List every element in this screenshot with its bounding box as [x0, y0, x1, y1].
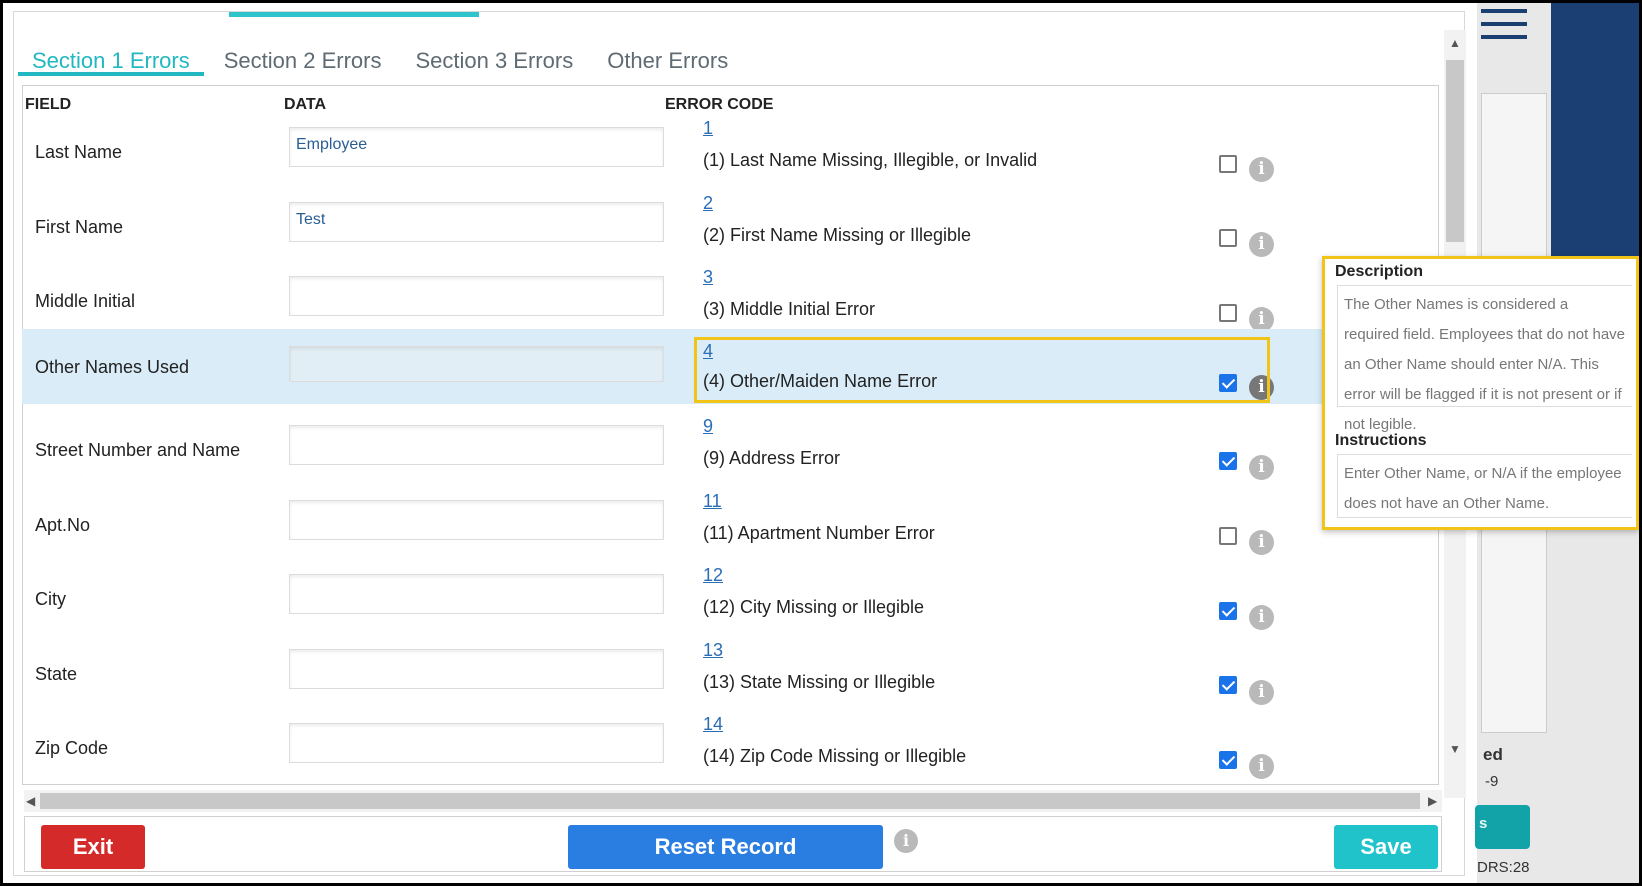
error-description: (2) First Name Missing or Illegible — [703, 225, 972, 245]
field-label: Other Names Used — [35, 357, 190, 377]
field-label: Street Number and Name — [35, 440, 241, 460]
background-text: ed — [1483, 745, 1503, 764]
horizontal-scrollbar[interactable]: ◀ ▶ — [24, 790, 1442, 812]
tooltip-instructions-text: Enter Other Name, or N/A if the employee… — [1337, 454, 1632, 518]
error-code-link[interactable]: 12 — [703, 565, 723, 586]
field-label: Middle Initial — [35, 291, 136, 311]
data-field-input[interactable]: Employee — [289, 127, 664, 167]
errors-dialog: Section 1 Errors Section 2 Errors Sectio… — [13, 11, 1466, 876]
exit-button[interactable]: Exit — [41, 825, 145, 869]
rows-container: Last Name Employee 1 (1) Last Name Missi… — [22, 85, 1439, 785]
save-button[interactable]: Save — [1334, 825, 1438, 869]
field-label: Last Name — [35, 142, 123, 162]
error-checkbox[interactable] — [1219, 527, 1237, 545]
tab-section-2-errors[interactable]: Section 2 Errors — [210, 36, 396, 76]
error-description: (14) Zip Code Missing or Illegible — [703, 746, 967, 766]
info-icon[interactable]: i — [1249, 157, 1274, 182]
table-row[interactable]: Apt.No 11 (11) Apartment Number Error i — [22, 491, 1439, 571]
data-field-input[interactable] — [289, 574, 664, 614]
dialog-footer: Exit Reset Record i Save — [24, 816, 1442, 872]
table-row[interactable]: State 13 (13) State Missing or Illegible… — [22, 640, 1439, 720]
error-code-link[interactable]: 13 — [703, 640, 723, 661]
dialog-top-accent — [229, 12, 479, 17]
info-icon[interactable]: i — [1249, 232, 1274, 257]
info-icon[interactable]: i — [1249, 754, 1274, 779]
table-row[interactable]: Zip Code 14 (14) Zip Code Missing or Ill… — [22, 714, 1439, 785]
info-icon[interactable]: i — [1249, 680, 1274, 705]
background-header — [1551, 3, 1639, 258]
tooltip-instructions-title: Instructions — [1335, 432, 1427, 449]
tooltip-description-text: The Other Names is considered a required… — [1337, 285, 1632, 433]
horizontal-scroll-thumb[interactable] — [40, 793, 1420, 809]
error-tabs: Section 1 Errors Section 2 Errors Sectio… — [18, 36, 748, 76]
table-row[interactable]: First Name Test 2 (2) First Name Missing… — [22, 193, 1439, 273]
background-text: s — [1479, 815, 1488, 832]
scroll-down-arrow-icon[interactable]: ▼ — [1449, 742, 1461, 756]
scroll-right-arrow-icon[interactable]: ▶ — [1428, 794, 1437, 808]
error-description: (9) Address Error — [703, 448, 841, 468]
tooltip-description-title: Description — [1335, 263, 1424, 280]
background-text: -9 — [1485, 773, 1499, 790]
scroll-up-arrow-icon[interactable]: ▲ — [1449, 36, 1461, 50]
tab-section-1-errors[interactable]: Section 1 Errors — [18, 36, 204, 76]
error-checkbox[interactable] — [1219, 602, 1237, 620]
error-checkbox[interactable] — [1219, 452, 1237, 470]
data-field-input[interactable] — [289, 500, 664, 540]
table-row[interactable]: City 12 (12) City Missing or Illegible i — [22, 565, 1439, 645]
error-description: (3) Middle Initial Error — [703, 299, 876, 319]
error-description: (13) State Missing or Illegible — [703, 672, 936, 692]
error-info-tooltip: Description The Other Names is considere… — [1322, 256, 1639, 530]
field-label: Zip Code — [35, 738, 109, 758]
field-label: City — [35, 589, 66, 609]
info-icon[interactable]: i — [1249, 605, 1274, 630]
field-label: First Name — [35, 217, 124, 237]
error-description: (1) Last Name Missing, Illegible, or Inv… — [703, 150, 1038, 170]
scroll-left-arrow-icon[interactable]: ◀ — [26, 794, 35, 808]
info-icon[interactable]: i — [1249, 455, 1274, 480]
error-checkbox[interactable] — [1219, 676, 1237, 694]
data-field-input[interactable] — [289, 346, 664, 382]
error-code-link[interactable]: 3 — [703, 267, 713, 288]
field-label: Apt.No — [35, 515, 91, 535]
error-checkbox[interactable] — [1219, 155, 1237, 173]
reset-record-button[interactable]: Reset Record — [568, 825, 883, 869]
error-code-link[interactable]: 1 — [703, 118, 713, 139]
error-checkbox[interactable] — [1219, 229, 1237, 247]
field-label: State — [35, 664, 78, 684]
tab-section-3-errors[interactable]: Section 3 Errors — [401, 36, 587, 76]
info-icon[interactable]: i — [1249, 530, 1274, 555]
error-code-link[interactable]: 14 — [703, 714, 723, 735]
error-description: (12) City Missing or Illegible — [703, 597, 925, 617]
tab-other-errors[interactable]: Other Errors — [593, 36, 742, 76]
table-row[interactable]: Street Number and Name 9 (9) Address Err… — [22, 416, 1439, 496]
background-text: DRS:28 — [1477, 859, 1530, 876]
selected-error-highlight — [694, 337, 1270, 403]
vertical-scroll-thumb[interactable] — [1446, 60, 1464, 242]
table-row[interactable]: Last Name Employee 1 (1) Last Name Missi… — [22, 118, 1439, 198]
error-code-link[interactable]: 11 — [703, 491, 722, 512]
error-code-link[interactable]: 2 — [703, 193, 713, 214]
hamburger-menu-icon[interactable] — [1481, 9, 1527, 49]
info-icon[interactable]: i — [894, 829, 918, 853]
data-field-input[interactable] — [289, 723, 664, 763]
error-checkbox[interactable] — [1219, 751, 1237, 769]
data-field-input[interactable]: Test — [289, 202, 664, 242]
error-checkbox[interactable] — [1219, 304, 1237, 322]
error-description: (11) Apartment Number Error — [703, 523, 935, 543]
data-field-input[interactable] — [289, 649, 664, 689]
data-field-input[interactable] — [289, 425, 664, 465]
screen: ed -9 s DRS:28 Section 1 Errors Section … — [3, 3, 1639, 883]
data-field-input[interactable] — [289, 276, 664, 316]
error-code-link[interactable]: 9 — [703, 416, 713, 437]
